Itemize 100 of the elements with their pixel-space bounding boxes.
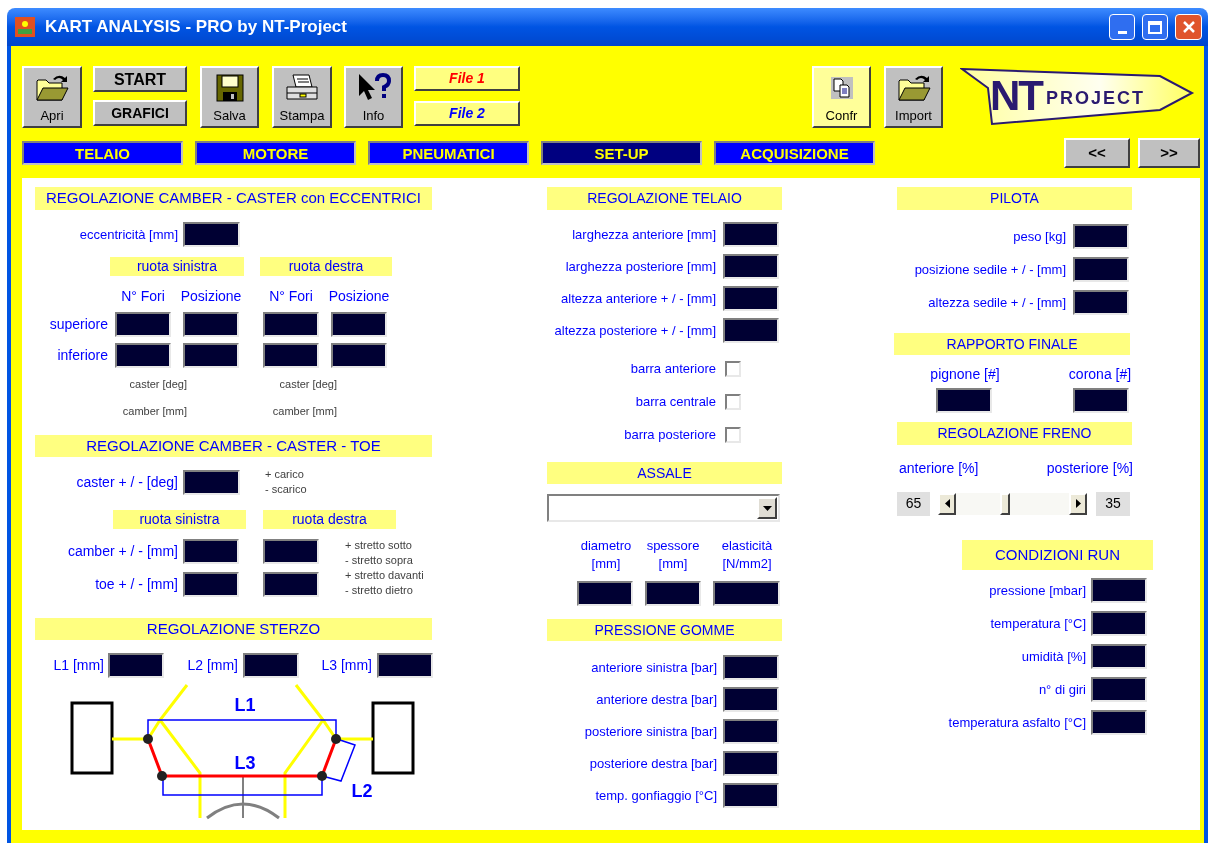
checkbox[interactable] — [725, 394, 741, 410]
input-field[interactable] — [936, 388, 992, 413]
nav-button[interactable]: << — [1064, 138, 1130, 168]
field-label: posteriore [%] — [1046, 459, 1133, 478]
input-field[interactable] — [331, 343, 387, 368]
tab[interactable]: ACQUISIZIONE — [714, 141, 875, 165]
input-field[interactable] — [723, 318, 779, 343]
scroll-left-button[interactable] — [938, 492, 956, 515]
dimension-label: L2 — [351, 781, 373, 801]
maximize-icon — [1148, 20, 1162, 34]
input-field[interactable] — [723, 655, 779, 680]
file-button[interactable]: File 2 — [414, 101, 520, 126]
input-field[interactable] — [331, 312, 387, 337]
input-field[interactable] — [723, 719, 779, 744]
column-header: N° Fori — [120, 286, 166, 306]
field-label: L2 [mm] — [186, 656, 238, 675]
field-label: temperatura [°C] — [989, 614, 1086, 633]
input-field[interactable] — [1091, 611, 1147, 636]
input-field[interactable] — [115, 312, 171, 337]
app-icon — [15, 17, 35, 37]
input-field[interactable] — [1091, 710, 1147, 735]
toolbar-button[interactable]: Import — [884, 66, 943, 128]
tab[interactable]: SET-UP — [541, 141, 702, 165]
scroll-right-button[interactable] — [1069, 492, 1087, 515]
input-field[interactable] — [108, 653, 164, 678]
dimension-label: L3 — [234, 753, 256, 773]
input-field[interactable] — [263, 343, 319, 368]
input-field[interactable] — [723, 783, 779, 808]
input-field[interactable] — [1073, 388, 1129, 413]
section-header: PILOTA — [897, 187, 1132, 210]
input-field[interactable] — [1073, 257, 1129, 282]
tab[interactable]: TELAIO — [22, 141, 183, 165]
axle-dropdown[interactable] — [547, 494, 780, 522]
input-field[interactable] — [263, 572, 319, 597]
column-header: spessore [mm] — [645, 537, 701, 573]
charts-button[interactable]: GRAFICI — [93, 100, 187, 126]
column-header: Posizione — [179, 286, 243, 306]
section-header: REGOLAZIONE TELAIO — [547, 187, 782, 210]
section-header: ruota destra — [263, 510, 396, 529]
checkbox[interactable] — [725, 361, 741, 377]
section-header: RAPPORTO FINALE — [894, 333, 1130, 355]
field-label: altezza anteriore + / - [mm] — [560, 289, 716, 308]
toolbar-button[interactable]: Salva — [200, 66, 259, 128]
input-field[interactable] — [243, 653, 299, 678]
input-field[interactable] — [723, 286, 779, 311]
section-header: REGOLAZIONE STERZO — [35, 618, 432, 640]
input-field[interactable] — [183, 222, 240, 247]
field-label: altezza posteriore + / - [mm] — [553, 321, 716, 340]
field-label: peso [kg] — [1012, 227, 1066, 246]
input-field[interactable] — [1091, 644, 1147, 669]
tab[interactable]: MOTORE — [195, 141, 356, 165]
input-field[interactable] — [713, 581, 780, 606]
input-field[interactable] — [115, 343, 171, 368]
input-field[interactable] — [1091, 677, 1147, 702]
input-field[interactable] — [183, 343, 239, 368]
logo-text: PROJECT — [1046, 89, 1146, 107]
note-text: - stretto dietro — [345, 583, 414, 598]
input-field[interactable] — [183, 572, 239, 597]
field-label: pressione [mbar] — [988, 581, 1086, 600]
input-field[interactable] — [723, 254, 779, 279]
start-button[interactable]: START — [93, 66, 187, 92]
input-field[interactable] — [183, 469, 240, 495]
input-field[interactable] — [723, 751, 779, 776]
tab[interactable]: PNEUMATICI — [368, 141, 529, 165]
note-text: - stretto sopra — [345, 553, 414, 568]
input-field[interactable] — [645, 581, 701, 606]
right-arrow-icon — [1075, 499, 1081, 508]
input-field[interactable] — [263, 539, 319, 564]
section-header: ruota sinistra — [113, 510, 246, 529]
checkbox[interactable] — [725, 427, 741, 443]
input-field[interactable] — [183, 312, 239, 337]
input-field[interactable] — [377, 653, 433, 678]
file-button[interactable]: File 1 — [414, 66, 520, 91]
note-text: caster [deg] — [279, 377, 337, 392]
input-field[interactable] — [1073, 224, 1129, 249]
input-field[interactable] — [1073, 290, 1129, 315]
close-button[interactable] — [1175, 14, 1202, 40]
field-label: superiore — [48, 315, 108, 334]
toolbar-button[interactable]: Confr — [812, 66, 871, 128]
toolbar-button[interactable]: Info — [344, 66, 403, 128]
field-label: larghezza posteriore [mm] — [564, 257, 716, 276]
section-header: ruota destra — [260, 257, 392, 276]
folder-icon — [35, 73, 69, 103]
input-field[interactable] — [1091, 578, 1147, 603]
input-field[interactable] — [723, 687, 779, 712]
toolbar-button[interactable]: Stampa — [272, 66, 332, 128]
copy-documents-icon — [830, 77, 853, 99]
input-field[interactable] — [723, 222, 779, 247]
window-title: KART ANALYSIS - PRO by NT-Project — [45, 16, 347, 39]
left-arrow-icon — [944, 499, 950, 508]
input-field[interactable] — [263, 312, 319, 337]
toolbar-button[interactable]: Apri — [22, 66, 82, 128]
nav-button[interactable]: >> — [1138, 138, 1200, 168]
note-text: camber [mm] — [272, 404, 337, 419]
slider-thumb[interactable] — [1000, 492, 1011, 515]
input-field[interactable] — [577, 581, 633, 606]
input-field[interactable] — [183, 539, 239, 564]
maximize-button[interactable] — [1142, 14, 1168, 40]
note-text: + stretto davanti — [345, 568, 424, 583]
minimize-button[interactable] — [1109, 14, 1135, 40]
